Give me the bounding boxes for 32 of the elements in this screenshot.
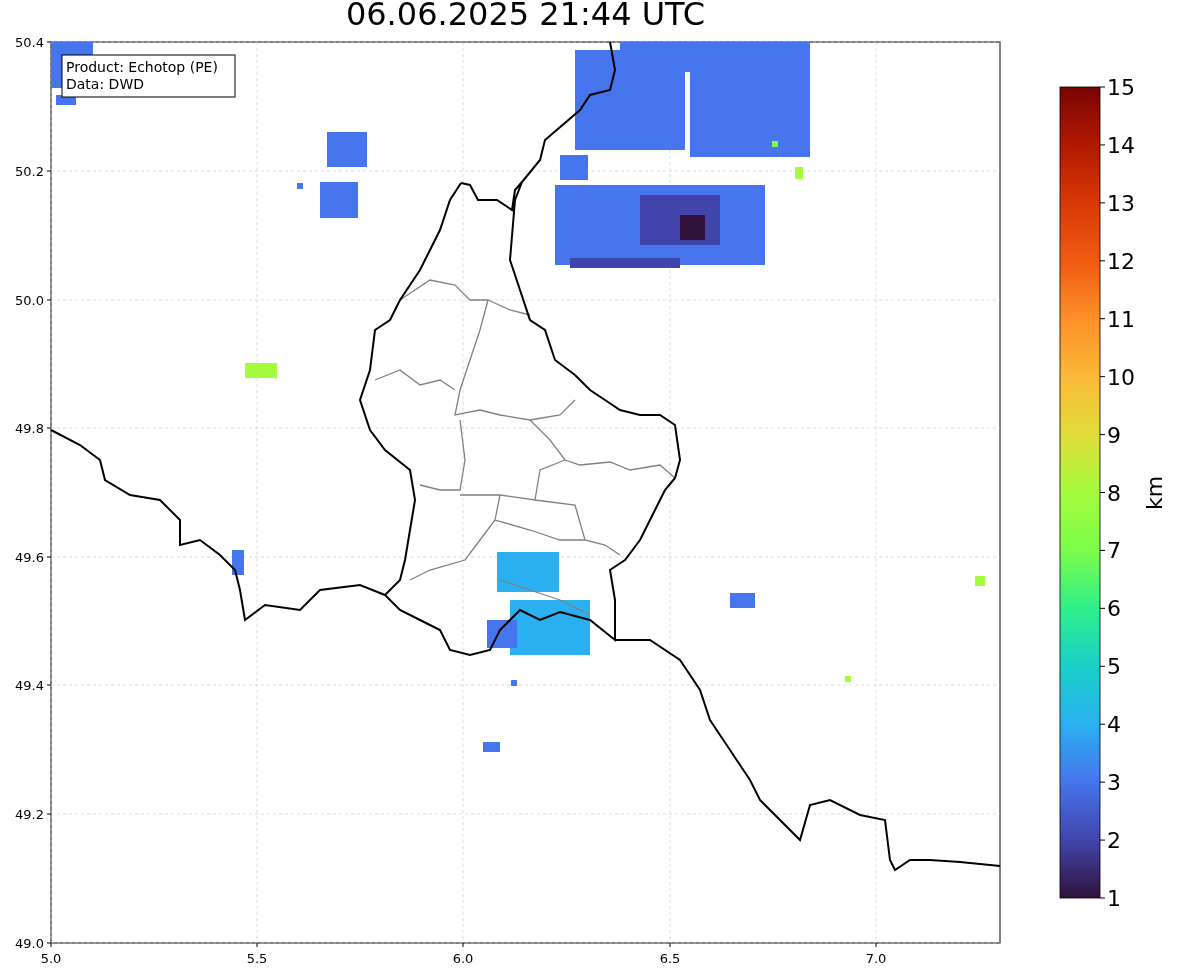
legend-text: Data: DWD — [66, 76, 144, 92]
colorbar-tick-label: 5 — [1107, 654, 1121, 680]
colorbar-tick-label: 14 — [1107, 132, 1135, 158]
colorbar-tick-label: 10 — [1107, 364, 1135, 390]
colorbar-tick-label: 2 — [1107, 828, 1121, 854]
axis-tick-label: 5.0 — [40, 951, 62, 966]
colorbar-tick-label: 7 — [1107, 538, 1121, 564]
axis-tick-label: 49.4 — [15, 678, 44, 693]
legend-text: Product: Echotop (PE) — [66, 59, 218, 75]
axis-tick-label: 7.0 — [865, 951, 887, 966]
axis-tick-label: 49.0 — [15, 936, 44, 951]
colorbar-tick-label: 8 — [1107, 480, 1121, 506]
axis-tick-label: 5.5 — [246, 951, 268, 966]
colorbar-tick-label: 4 — [1107, 712, 1121, 738]
axis-tick-label: 6.5 — [659, 951, 681, 966]
axis-tick-label: 49.6 — [15, 550, 44, 565]
colorbar-tick-label: 3 — [1107, 770, 1121, 796]
colorbar-tick-label: 12 — [1107, 248, 1135, 274]
colorbar-tick-label: 9 — [1107, 422, 1121, 448]
chart-title: 06.06.2025 21:44 UTC — [345, 0, 706, 34]
colorbar-tick-label: 11 — [1107, 306, 1135, 332]
colorbar-label: km — [1142, 475, 1167, 511]
axis-tick-label: 49.8 — [15, 421, 44, 436]
axis-tick-label: 50.4 — [15, 35, 44, 50]
axis-tick-label: 50.0 — [15, 293, 44, 308]
axis-tick-label: 50.2 — [15, 164, 44, 179]
colorbar-tick-label: 6 — [1107, 596, 1121, 622]
axis-tick-label: 6.0 — [452, 951, 474, 966]
colorbar-tick-label: 15 — [1107, 75, 1135, 100]
colorbar-tick-label: 1 — [1107, 886, 1121, 911]
colorbar-tick-label: 13 — [1107, 190, 1135, 216]
axis-tick-label: 49.2 — [15, 807, 44, 822]
